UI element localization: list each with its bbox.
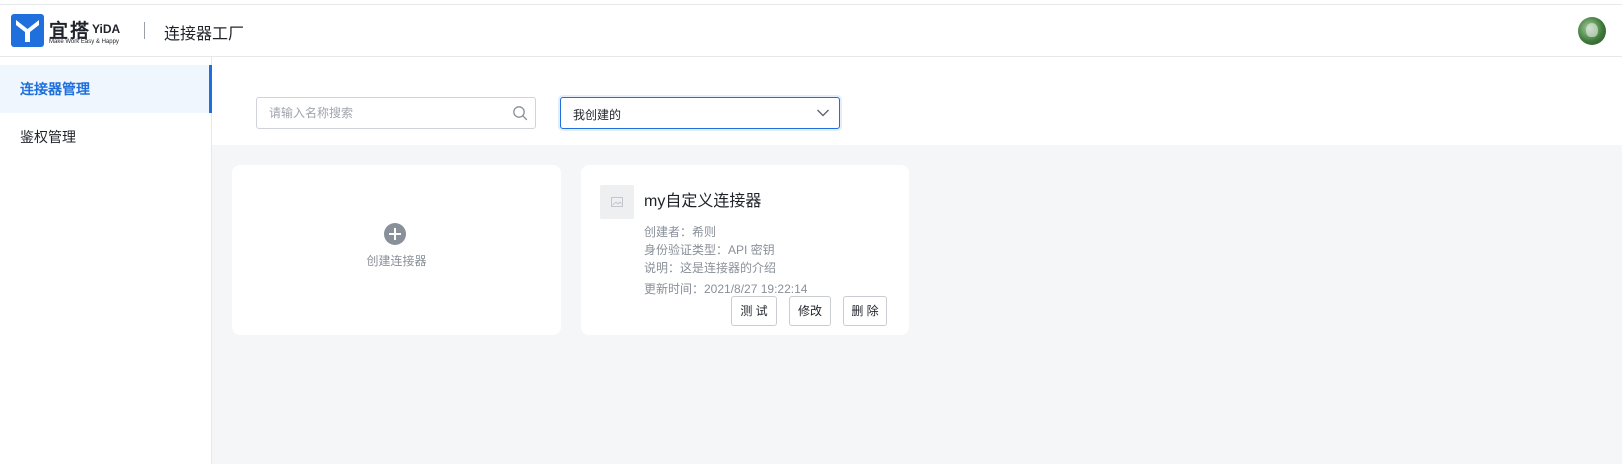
plus-circle-icon bbox=[384, 223, 406, 245]
edit-button[interactable]: 修改 bbox=[789, 296, 831, 326]
owner-filter-select[interactable]: 我创建的 bbox=[560, 97, 840, 129]
test-button[interactable]: 测 试 bbox=[731, 296, 777, 326]
delete-button[interactable]: 删 除 bbox=[843, 296, 887, 326]
search-box bbox=[256, 97, 536, 129]
search-input[interactable] bbox=[257, 98, 497, 128]
connector-updated-time: 更新时间：2021/8/27 19:22:14 bbox=[644, 282, 808, 296]
sidebar-item-label: 连接器管理 bbox=[20, 81, 90, 97]
sidebar-item-auth-management[interactable]: 鉴权管理 bbox=[0, 113, 211, 161]
image-placeholder-icon bbox=[611, 197, 623, 207]
create-connector-card[interactable]: 创建连接器 bbox=[232, 165, 561, 335]
yida-logo-icon bbox=[11, 14, 44, 47]
select-value: 我创建的 bbox=[573, 108, 622, 122]
sidebar-item-label: 鉴权管理 bbox=[20, 129, 76, 145]
search-icon[interactable] bbox=[512, 105, 528, 121]
connector-auth-type: 身份验证类型：API 密钥 bbox=[644, 243, 775, 257]
connector-creator: 创建者：希则 bbox=[644, 225, 717, 239]
sidebar-item-connector-management[interactable]: 连接器管理 bbox=[0, 65, 212, 113]
connector-name[interactable]: my自定义连接器 bbox=[644, 187, 761, 211]
create-connector-label: 创建连接器 bbox=[366, 254, 427, 268]
chevron-down-icon bbox=[817, 109, 829, 117]
connector-description: 说明：这是连接器的介绍 bbox=[644, 261, 777, 275]
header-divider bbox=[144, 22, 145, 39]
connector-thumbnail bbox=[600, 185, 634, 219]
avatar[interactable] bbox=[1578, 17, 1606, 45]
filter-bar: 我创建的 bbox=[212, 57, 1622, 145]
app-title: 连接器工厂 bbox=[164, 26, 245, 43]
logo-en-text: YiDA bbox=[92, 22, 121, 36]
logo-tagline: Make Work Easy & Happy bbox=[49, 39, 119, 45]
sidebar: 连接器管理 鉴权管理 bbox=[0, 57, 212, 464]
top-header: 宜搭 YiDA Make Work Easy & Happy 连接器工厂 bbox=[0, 5, 1622, 57]
connector-card: my自定义连接器 创建者：希则 身份验证类型：API 密钥 说明：这是连接器的介… bbox=[581, 165, 909, 335]
main-content: 我创建的 创建连接器 my自定义连接器 创建者：希则 身份验证类型：API 密钥… bbox=[212, 57, 1622, 464]
